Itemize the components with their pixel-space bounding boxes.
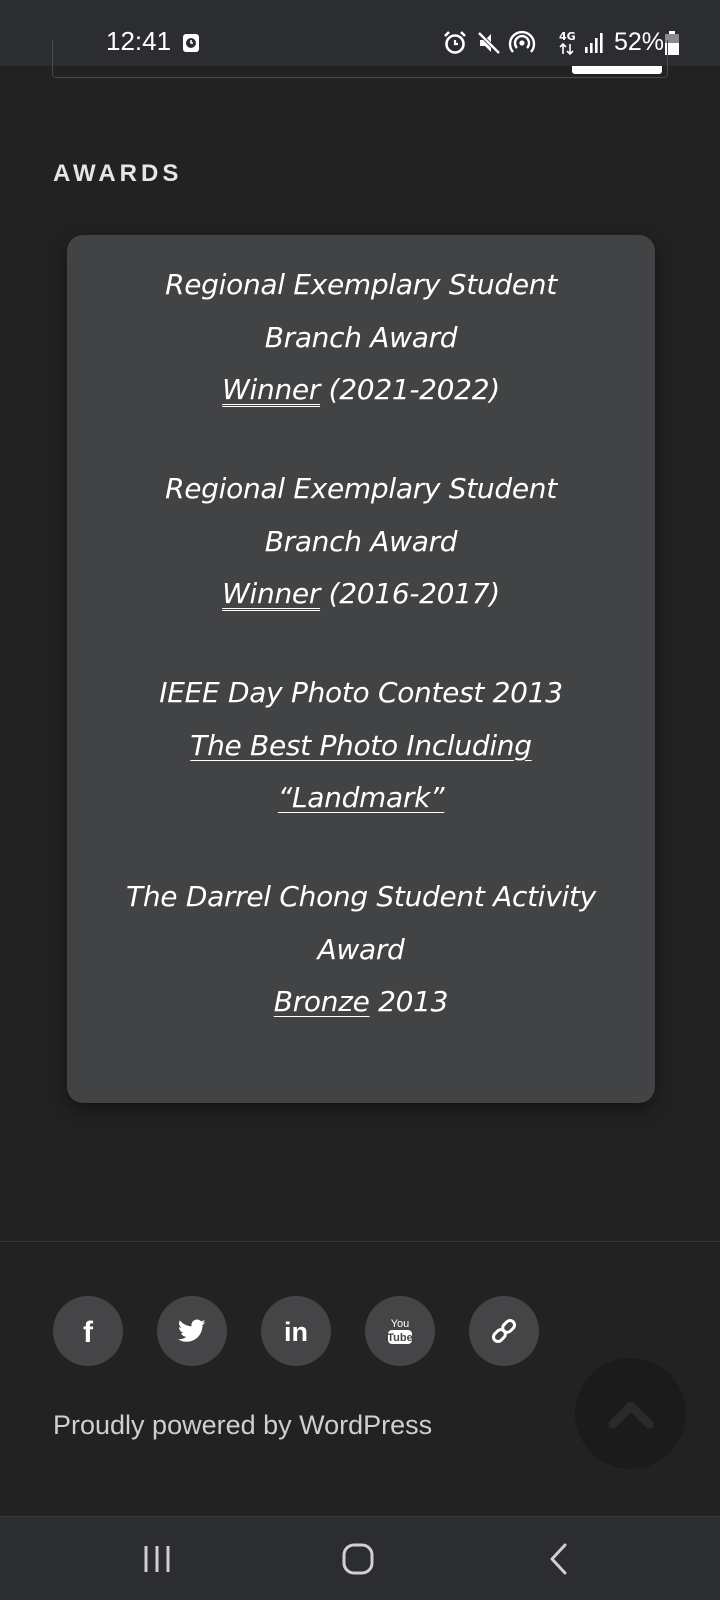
award-title: The Darrel Chong Student Activity [126, 880, 596, 913]
award-title: IEEE Day Photo Contest 2013 [159, 676, 563, 709]
twitter-button[interactable] [157, 1296, 227, 1366]
award-title-cont: Award [317, 932, 405, 966]
home-button[interactable] [298, 1517, 418, 1600]
award-result: The Best Photo Including [67, 720, 655, 773]
award-item: The Darrel Chong Student Activity Award … [67, 871, 655, 1029]
back-icon [550, 1543, 567, 1575]
award-result: Bronze 2013 [67, 976, 655, 1029]
award-result: Winner (2016-2017) [67, 568, 655, 621]
linkedin-icon: in [284, 1318, 308, 1344]
award-result-link[interactable]: Winner [222, 577, 320, 610]
screen: 12:41 4G 52% AWARDS Regional Exemplary S… [0, 0, 720, 1600]
award-result-link[interactable]: “Landmark” [278, 781, 445, 814]
footer-divider [0, 1241, 720, 1242]
link-icon [491, 1318, 517, 1344]
award-result-link[interactable]: The Best Photo Including [190, 729, 532, 762]
facebook-icon: f [83, 1316, 94, 1346]
award-result-link[interactable]: Bronze [274, 985, 370, 1018]
youtube-button[interactable]: You Tube [365, 1296, 435, 1366]
back-button[interactable] [499, 1517, 619, 1600]
system-navigation-bar [0, 1516, 720, 1600]
youtube-glyph-bottom: Tube [387, 1332, 412, 1344]
awards-card: Regional Exemplary Student Branch Award … [67, 235, 655, 1103]
linkedin-glyph: in [284, 1318, 308, 1344]
award-year: 2013 [369, 985, 449, 1018]
link-button[interactable] [469, 1296, 539, 1366]
recent-apps-button[interactable] [97, 1517, 217, 1600]
previous-section-button[interactable] [572, 66, 662, 74]
twitter-icon [178, 1319, 206, 1342]
home-icon [342, 1543, 374, 1575]
chevron-up-icon [608, 1401, 653, 1428]
recent-apps-icon [144, 1546, 170, 1572]
youtube-icon: You Tube [387, 1318, 413, 1344]
facebook-glyph: f [83, 1316, 94, 1346]
award-item: Regional Exemplary Student Branch Award … [67, 463, 655, 621]
award-title: Regional Exemplary Student [165, 472, 557, 505]
award-year: (2021-2022) [320, 373, 500, 406]
award-title-cont: Branch Award [264, 524, 458, 558]
section-title: AWARDS [53, 160, 183, 187]
powered-by-link[interactable]: Proudly powered by WordPress [53, 1410, 432, 1441]
award-result-cont: “Landmark” [67, 772, 655, 825]
award-item: Regional Exemplary Student Branch Award … [67, 259, 655, 417]
facebook-button[interactable]: f [53, 1296, 123, 1366]
youtube-glyph-top: You [391, 1318, 410, 1330]
award-year: (2016-2017) [320, 577, 500, 610]
award-result-link[interactable]: Winner [222, 373, 320, 406]
linkedin-button[interactable]: in [261, 1296, 331, 1366]
award-title: Regional Exemplary Student [165, 268, 557, 301]
scroll-to-top-button[interactable] [575, 1358, 686, 1469]
award-title-cont: Branch Award [264, 320, 458, 354]
award-result: Winner (2021-2022) [67, 364, 655, 417]
award-item: IEEE Day Photo Contest 2013 The Best Pho… [67, 667, 655, 825]
